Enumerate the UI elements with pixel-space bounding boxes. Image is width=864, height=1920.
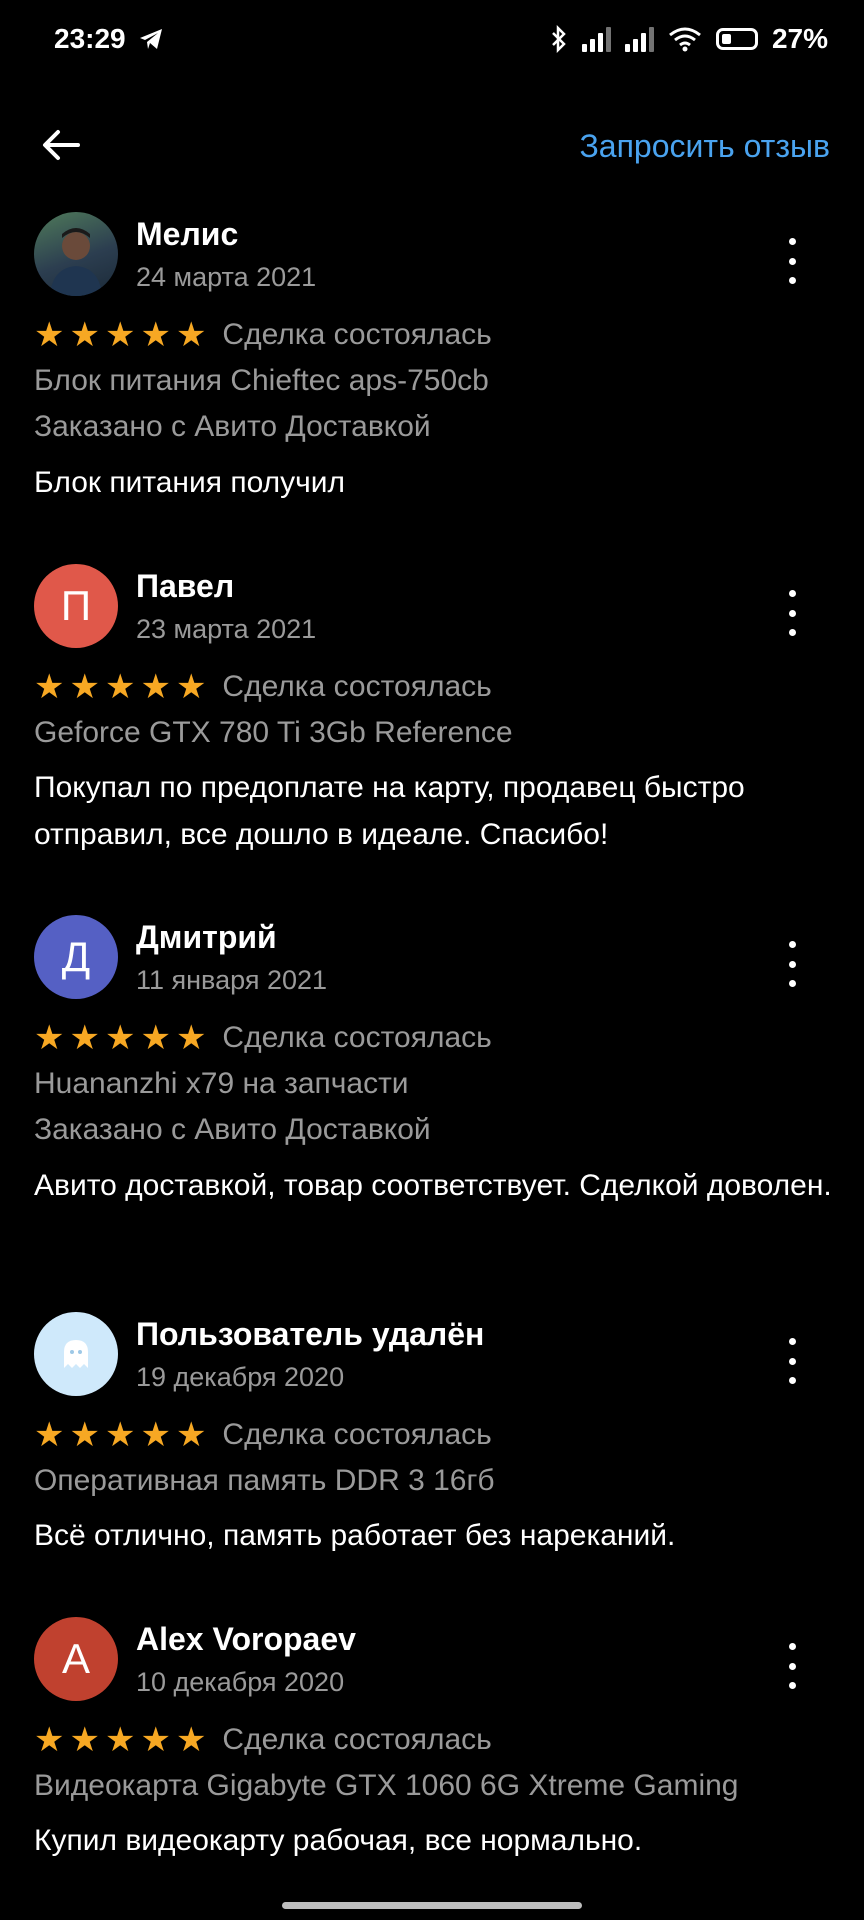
review-text: Блок питания получил xyxy=(34,466,346,499)
star-rating: ★ ★ ★ ★ ★ xyxy=(34,670,206,704)
telegram-icon xyxy=(139,29,162,49)
deal-status: Сделка состоялась xyxy=(222,318,492,351)
star-icon: ★ xyxy=(34,1721,65,1759)
rating-row: ★ ★ ★ ★ ★ Сделка состоялась xyxy=(34,1021,492,1055)
status-bar: 23:29 27% xyxy=(0,0,864,78)
star-icon: ★ xyxy=(140,1019,171,1057)
star-icon: ★ xyxy=(175,668,207,706)
star-icon: ★ xyxy=(140,668,171,706)
home-indicator[interactable] xyxy=(282,1902,582,1909)
clock: 23:29 xyxy=(54,23,126,54)
battery-percent: 27% xyxy=(771,23,828,54)
star-icon: ★ xyxy=(140,1416,171,1454)
star-icon: ★ xyxy=(175,1721,207,1759)
star-icon: ★ xyxy=(140,1721,171,1759)
more-vertical-icon[interactable] xyxy=(782,238,802,284)
reviewer-name: Мелис xyxy=(136,216,239,252)
rating-row: ★ ★ ★ ★ ★ Сделка состоялась xyxy=(34,670,492,704)
review-text: Авито доставкой, товар соответствует. Сд… xyxy=(34,1169,832,1202)
avatar-letter: П xyxy=(60,582,92,629)
reviewer-name: Пользователь удалён xyxy=(136,1316,485,1352)
star-icon: ★ xyxy=(175,316,207,354)
status-bar-right: 27% xyxy=(550,23,828,55)
more-vertical-icon[interactable] xyxy=(782,1338,802,1384)
bluetooth-icon xyxy=(552,25,566,53)
star-icon: ★ xyxy=(69,316,100,354)
deal-status: Сделка состоялась xyxy=(222,1723,492,1756)
star-rating: ★ ★ ★ ★ ★ xyxy=(34,1021,206,1055)
rating-row: ★ ★ ★ ★ ★ Сделка состоялась xyxy=(34,318,492,352)
star-rating: ★ ★ ★ ★ ★ xyxy=(34,1723,206,1757)
reviewer-name: Дмитрий xyxy=(136,919,277,955)
review-text: Всё отлично, память работает без нарекан… xyxy=(34,1519,676,1552)
status-bar-left: 23:29 xyxy=(54,23,164,55)
avatar[interactable] xyxy=(34,212,118,296)
review-date: 23 марта 2021 xyxy=(136,614,317,644)
star-rating: ★ ★ ★ ★ ★ xyxy=(34,318,206,352)
item-title: Geforce GTX 780 Ti 3Gb Reference xyxy=(34,716,513,749)
more-vertical-icon[interactable] xyxy=(782,590,802,636)
review-text: Покупал по предоплате на карту, продавец… xyxy=(34,771,745,851)
review-date: 10 декабря 2020 xyxy=(136,1667,345,1697)
request-review-button[interactable]: Запросить отзыв xyxy=(579,128,830,165)
rating-row: ★ ★ ★ ★ ★ Сделка состоялась xyxy=(34,1723,492,1757)
star-icon: ★ xyxy=(69,1019,100,1057)
star-rating: ★ ★ ★ ★ ★ xyxy=(34,1418,206,1452)
item-title: Оперативная память DDR 3 16гб xyxy=(34,1464,495,1497)
signal-icon xyxy=(581,26,611,52)
avatar[interactable]: Д xyxy=(34,915,118,999)
review-date: 24 марта 2021 xyxy=(136,262,317,292)
deal-status: Сделка состоялась xyxy=(222,1021,492,1054)
signal-icon-2 xyxy=(624,26,654,52)
delivery-note: Заказано с Авито Доставкой xyxy=(34,410,431,443)
star-icon: ★ xyxy=(104,1019,136,1057)
battery-icon xyxy=(715,28,758,50)
star-icon: ★ xyxy=(104,1416,136,1454)
arrow-left-icon[interactable] xyxy=(38,122,84,168)
top-bar: Запросить отзыв xyxy=(0,104,864,184)
more-vertical-icon[interactable] xyxy=(782,1643,802,1689)
star-icon: ★ xyxy=(175,1019,207,1057)
star-icon: ★ xyxy=(34,316,65,354)
ghost-icon xyxy=(64,1340,88,1368)
reviewer-name: Alex Voropaev xyxy=(136,1621,356,1657)
star-icon: ★ xyxy=(104,316,136,354)
item-title: Блок питания Chieftec aps-750cb xyxy=(34,364,489,397)
avatar-letter: Д xyxy=(61,933,91,980)
deal-status: Сделка состоялась xyxy=(222,670,492,703)
item-title: Видеокарта Gigabyte GTX 1060 6G Xtreme G… xyxy=(34,1769,739,1802)
review-text: Купил видеокарту рабочая, все нормально. xyxy=(34,1824,643,1857)
item-title: Huananzhi x79 на запчасти xyxy=(34,1067,409,1100)
avatar[interactable]: П xyxy=(34,564,118,648)
deal-status: Сделка состоялась xyxy=(222,1418,492,1451)
review-date: 19 декабря 2020 xyxy=(136,1362,345,1392)
star-icon: ★ xyxy=(34,668,65,706)
rating-row: ★ ★ ★ ★ ★ Сделка состоялась xyxy=(34,1418,492,1452)
avatar-letter: A xyxy=(61,1635,90,1682)
avatar-photo xyxy=(50,228,102,296)
reviewer-name: Павел xyxy=(136,568,235,604)
star-icon: ★ xyxy=(69,1721,100,1759)
star-icon: ★ xyxy=(34,1416,65,1454)
more-vertical-icon[interactable] xyxy=(782,941,802,987)
avatar[interactable] xyxy=(34,1312,118,1396)
star-icon: ★ xyxy=(69,1416,100,1454)
star-icon: ★ xyxy=(104,668,136,706)
star-icon: ★ xyxy=(175,1416,207,1454)
delivery-note: Заказано с Авито Доставкой xyxy=(34,1113,431,1146)
star-icon: ★ xyxy=(104,1721,136,1759)
avatar[interactable]: A xyxy=(34,1617,118,1701)
star-icon: ★ xyxy=(140,316,171,354)
star-icon: ★ xyxy=(34,1019,65,1057)
review-date: 11 января 2021 xyxy=(136,965,328,995)
star-icon: ★ xyxy=(69,668,100,706)
wifi-icon xyxy=(669,27,701,52)
